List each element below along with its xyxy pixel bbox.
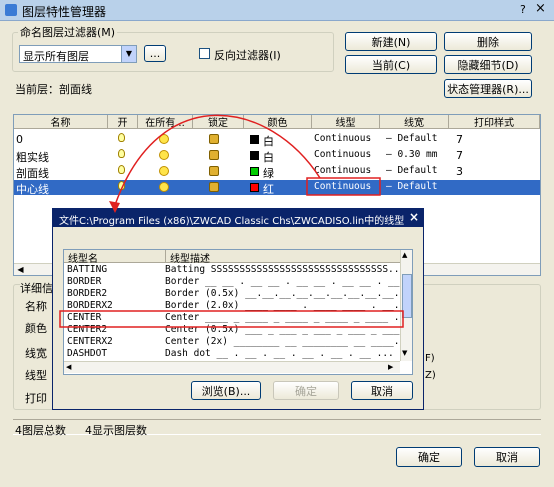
annotation-box-center-row	[59, 310, 404, 328]
annotation-arrowhead	[109, 201, 120, 213]
annotation-box-linetype-cell	[306, 177, 381, 196]
annotation-arrow	[114, 114, 321, 206]
annotation-overlay	[59, 114, 404, 328]
